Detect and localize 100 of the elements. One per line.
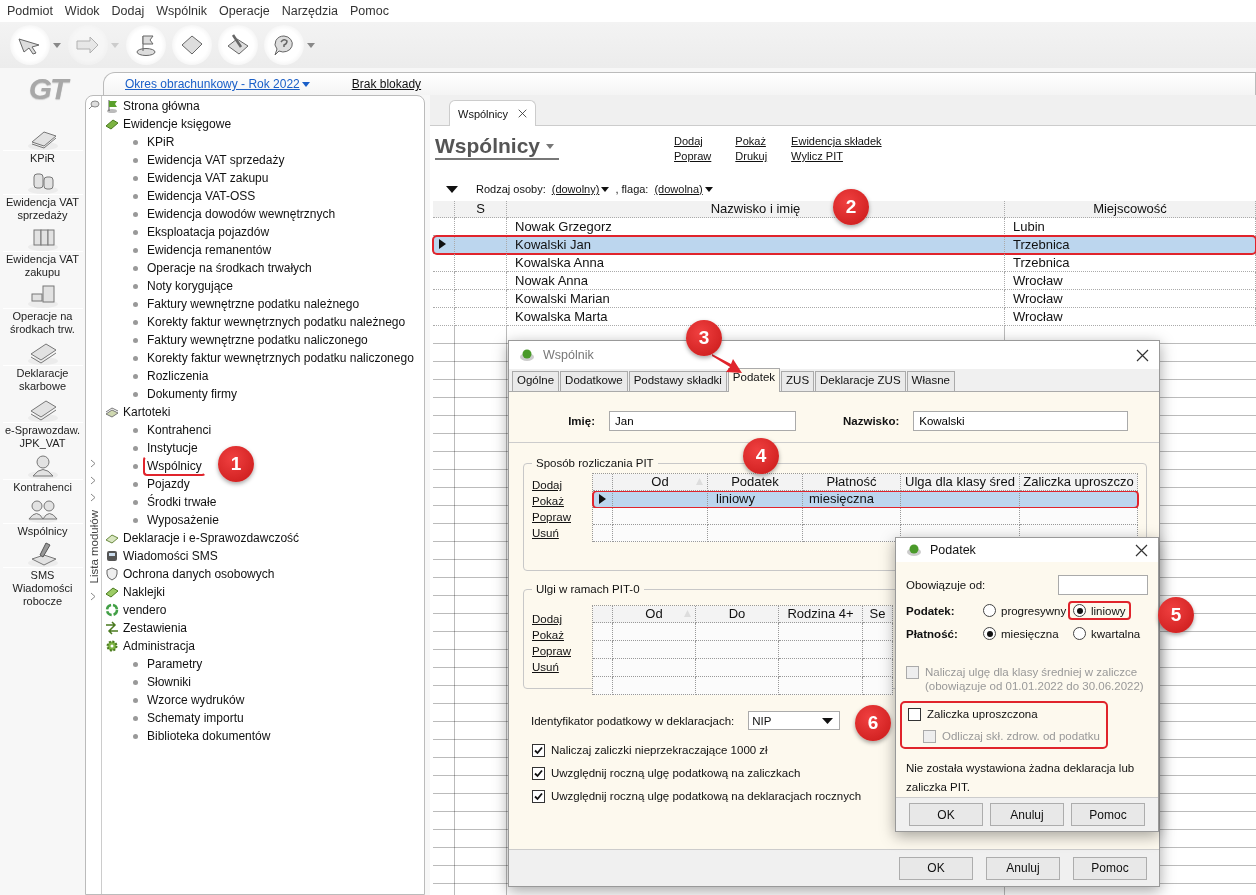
filter-dropdown[interactable]: (dowolna): [654, 183, 713, 195]
menu-item[interactable]: Dodaj: [105, 4, 151, 18]
tree-item[interactable]: Faktury wewnętrzne podatku należnego: [143, 294, 364, 314]
period-link[interactable]: Okres obrachunkowy - Rok 2022: [125, 77, 310, 91]
tree-item[interactable]: Deklaracje i e-Sprawozdawczość: [119, 528, 304, 548]
column-header[interactable]: Ulga dla klasy śred: [901, 474, 1020, 491]
action-link[interactable]: Pokaż: [735, 135, 768, 147]
tree-item[interactable]: Ewidencja VAT zakupu: [143, 168, 273, 188]
radio-button[interactable]: kwartalna: [1068, 624, 1146, 644]
dialog-tab[interactable]: Podstawy składki: [628, 371, 727, 391]
menu-item[interactable]: Narzędzia: [275, 4, 344, 18]
table-row[interactable]: Kowalski Marian Wrocław: [433, 290, 1256, 308]
checkbox[interactable]: Uwzględnij roczną ulgę podatkową na zaliczkach: [532, 766, 801, 780]
tree-item[interactable]: KPiR: [143, 132, 179, 152]
input-field[interactable]: Kowalski: [913, 411, 1129, 431]
table-row[interactable]: Kowalska Anna Trzebnica: [433, 254, 1256, 272]
tree-item[interactable]: Wyposażenie: [143, 510, 223, 530]
menu-item[interactable]: Pomoc: [344, 4, 395, 18]
module-button[interactable]: KPiR: [2, 150, 83, 165]
tree-item[interactable]: Eksploatacja pojazdów: [143, 222, 274, 242]
tree-item[interactable]: Środki trwałe: [143, 492, 221, 512]
tree-item[interactable]: Rozliczenia: [143, 366, 213, 386]
dialog-tab[interactable]: Podatek: [727, 368, 781, 392]
tree-item[interactable]: Instytucje: [143, 438, 202, 458]
dialog-tab[interactable]: ZUS: [781, 371, 815, 391]
dialog-button[interactable]: OK: [899, 856, 973, 880]
page-title[interactable]: Wspólnicy: [435, 134, 540, 158]
tree-item[interactable]: Korekty faktur wewnętrznych podatku naliczonego: [143, 348, 418, 368]
checkbox[interactable]: Zaliczka uproszczona: [908, 707, 1038, 722]
module-button[interactable]: Ewidencja VAT zakupu: [2, 251, 83, 279]
action-link[interactable]: Drukuj: [735, 150, 768, 162]
action-link[interactable]: Pokaż: [532, 629, 588, 641]
table-row[interactable]: Kowalski Jan Trzebnica: [433, 236, 1256, 254]
tree-item[interactable]: Zestawienia: [119, 618, 192, 638]
dialog-button[interactable]: Pomoc: [1073, 856, 1147, 880]
checkbox[interactable]: Uwzględnij roczną ulgę podatkową na deklaracjach rocznych: [532, 789, 862, 803]
table-row[interactable]: liniowy miesięczna: [593, 491, 1138, 508]
dialog-button[interactable]: OK: [909, 803, 983, 827]
document-tab[interactable]: Wspólnicy: [449, 100, 537, 126]
tree-item[interactable]: Ewidencja dowodów wewnętrznych: [143, 204, 340, 224]
tree-item[interactable]: Ewidencja remanentów: [143, 240, 276, 260]
column-header[interactable]: Zaliczka uproszczo: [1020, 474, 1138, 491]
lock-link[interactable]: Brak blokady: [351, 77, 422, 91]
column-header[interactable]: Od: [613, 474, 708, 491]
tree-item[interactable]: Wspólnicy: [143, 456, 206, 476]
checkbox[interactable]: Naliczaj zaliczki nieprzekraczające 1000 zł: [532, 743, 768, 757]
module-button[interactable]: Wspólnicy: [2, 523, 83, 538]
dialog-button[interactable]: Pomoc: [1071, 803, 1145, 827]
tree-item[interactable]: vendero: [119, 600, 171, 620]
tree-item[interactable]: Administracja: [119, 636, 200, 656]
menu-item[interactable]: Widok: [58, 4, 106, 18]
tree-item[interactable]: Parametry: [143, 654, 207, 674]
action-link[interactable]: Wylicz PIT: [791, 150, 882, 162]
tree-item[interactable]: Noty korygujące: [143, 276, 238, 296]
tree-item[interactable]: Strona główna: [119, 96, 204, 116]
dialog-button[interactable]: Anuluj: [990, 803, 1064, 827]
module-button[interactable]: e-Sprawozdaw. JPK_VAT: [2, 422, 83, 450]
action-link[interactable]: Usuń: [532, 661, 588, 673]
filter-dropdown[interactable]: (dowolny): [551, 183, 610, 195]
tree-item[interactable]: Ewidencja VAT-OSS: [143, 186, 260, 206]
column-header[interactable]: Do: [696, 606, 779, 623]
tree-item[interactable]: Ochrona danych osobowych: [119, 564, 279, 584]
menu-item[interactable]: Wspólnik: [150, 4, 213, 18]
dialog-tab[interactable]: Deklaracje ZUS: [815, 371, 906, 391]
tree-item[interactable]: Pojazdy: [143, 474, 194, 494]
action-link[interactable]: Dodaj: [674, 135, 712, 147]
menu-item[interactable]: Operacje: [213, 4, 276, 18]
column-header[interactable]: S: [455, 201, 507, 218]
tree-item[interactable]: Słowniki: [143, 672, 195, 692]
table-row[interactable]: Nowak Anna Wrocław: [433, 272, 1256, 290]
tree-item[interactable]: Korekty faktur wewnętrznych podatku należnego: [143, 312, 410, 332]
tree-item[interactable]: Operacje na środkach trwałych: [143, 258, 316, 278]
tree-item[interactable]: Ewidencja VAT sprzedaży: [143, 150, 289, 170]
module-button[interactable]: Deklaracje skarbowe: [2, 365, 83, 393]
dropdown[interactable]: NIP: [748, 711, 841, 730]
tree-item[interactable]: Schematy importu: [143, 708, 248, 728]
tree-item[interactable]: Biblioteka dokumentów: [143, 726, 275, 746]
column-header[interactable]: Płatność: [803, 474, 901, 491]
input-field[interactable]: Jan: [609, 411, 796, 431]
menu-item[interactable]: Podmiot: [1, 4, 59, 18]
dialog-tab[interactable]: Dodatkowe: [560, 371, 628, 391]
action-link[interactable]: Popraw: [674, 150, 712, 162]
module-button[interactable]: Operacje na środkach trw.: [2, 308, 83, 336]
action-link[interactable]: Dodaj: [532, 479, 588, 491]
module-list-tab[interactable]: Lista modułów: [87, 510, 100, 584]
module-button[interactable]: Kontrahenci: [2, 479, 83, 494]
radio-button[interactable]: miesięczna: [978, 624, 1064, 644]
column-header[interactable]: Od: [613, 606, 696, 623]
column-header[interactable]: Podatek: [708, 474, 803, 491]
column-header[interactable]: Rodzina 4+: [779, 606, 863, 623]
tree-item[interactable]: Wzorce wydruków: [143, 690, 249, 710]
radio-button[interactable]: liniowy: [1068, 601, 1131, 621]
module-button[interactable]: Ewidencja VAT sprzedaży: [2, 194, 83, 222]
tree-item[interactable]: Ewidencje księgowe: [119, 114, 236, 134]
dialog-tab[interactable]: Ogólne: [512, 371, 560, 391]
tree-item[interactable]: Wiadomości SMS: [119, 546, 222, 566]
tree-item[interactable]: Faktury wewnętrzne podatku naliczonego: [143, 330, 372, 350]
action-link[interactable]: Pokaż: [532, 495, 588, 507]
tree-item[interactable]: Kontrahenci: [143, 420, 216, 440]
action-link[interactable]: Popraw: [532, 511, 588, 523]
